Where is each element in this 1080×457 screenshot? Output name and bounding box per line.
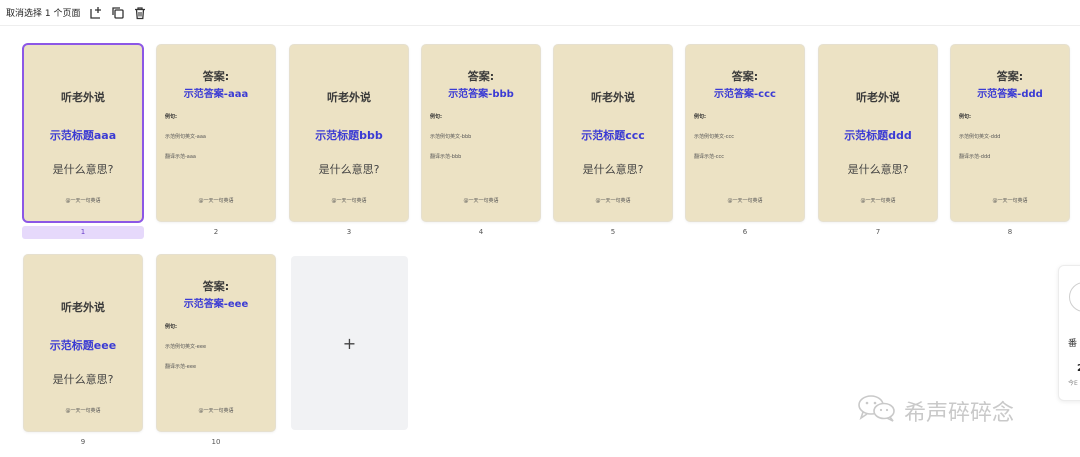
page-toolbar: 取消选择 1 个页面 (0, 0, 1080, 26)
delete-icon[interactable] (132, 5, 148, 21)
side-panel[interactable]: 番 2 今E (1058, 265, 1080, 401)
page-thumbnail[interactable]: 答案: 示范答案-bbb 例句: 示范例句英文-bbb 翻译示范-bbb @一天一句英语 (422, 45, 540, 221)
duplicate-icon[interactable] (110, 5, 126, 21)
page-thumbnail[interactable]: 听老外说示范标题bbb 是什么意思? @一天一句英语 (290, 45, 408, 221)
page-number: 4 (478, 228, 484, 236)
add-page-button[interactable]: + (291, 256, 408, 430)
example-translation: 翻译示范-ddd (959, 154, 991, 160)
example-translation: 翻译示范-aaa (165, 154, 196, 160)
page-title: 听老外说 (856, 91, 900, 104)
example-label: 例句: (430, 114, 442, 120)
page-number: 10 (211, 438, 221, 446)
page-thumbnail[interactable]: 听老外说示范标题ddd 是什么意思? @一天一句英语 (819, 45, 937, 221)
page-footer: @一天一句英语 (992, 198, 1028, 204)
answer-heading: 答案: (996, 70, 1024, 83)
watermark-text: 希声碎碎念 (904, 401, 1015, 426)
answer-text: 示范答案-ddd (977, 89, 1043, 100)
page-title: 听老外说 (61, 301, 105, 314)
answer-text: 示范答案-bbb (448, 89, 514, 100)
answer-heading: 答案: (202, 280, 230, 293)
page-number: 8 (1007, 228, 1013, 236)
question-text: 是什么意思? (52, 163, 114, 176)
example-translation: 翻译示范-eee (165, 364, 197, 370)
page-number: 1 (22, 226, 144, 239)
sample-title: 示范标题eee (49, 339, 117, 352)
page-thumbnail[interactable]: 答案: 示范答案-ccc 例句: 示范例句英文-ccc 翻译示范-ccc @一天一句英语 (686, 45, 804, 221)
sample-title: 示范标题ccc (581, 129, 645, 142)
question-text: 是什么意思? (52, 373, 114, 386)
example-english: 示范例句英文-bbb (430, 134, 472, 140)
page-thumbnail[interactable]: 听老外说示范标题ccc 是什么意思? @一天一句英语 (554, 45, 672, 221)
sample-title: 示范标题ddd (844, 129, 912, 142)
page-footer: @一天一句英语 (65, 198, 101, 204)
page-footer: @一天一句英语 (860, 198, 896, 204)
question-text: 是什么意思? (318, 163, 380, 176)
answer-text: 示范答案-ccc (714, 89, 776, 100)
example-label: 例句: (165, 114, 177, 120)
question-text: 是什么意思? (847, 163, 909, 176)
sample-title: 示范标题bbb (315, 129, 383, 142)
page-title: 听老外说 (591, 91, 635, 104)
page-number: 3 (346, 228, 352, 236)
page-title: 听老外说 (327, 91, 371, 104)
page-title: 听老外说 (61, 91, 105, 104)
page-footer: @一天一句英语 (65, 408, 101, 414)
example-translation: 翻译示范-bbb (430, 154, 462, 160)
page-thumbnail[interactable]: 答案: 示范答案-aaa 例句: 示范例句英文-aaa 翻译示范-aaa @一天一句英语 (157, 45, 275, 221)
add-page-icon[interactable] (88, 5, 104, 21)
example-label: 例句: (694, 114, 706, 120)
example-label: 例句: (165, 324, 177, 330)
plus-icon: + (342, 333, 357, 353)
page-footer: @一天一句英语 (198, 198, 234, 204)
page-footer: @一天一句英语 (727, 198, 763, 204)
question-text: 是什么意思? (582, 163, 644, 176)
page-number: 2 (213, 228, 219, 236)
page-number: 6 (742, 228, 748, 236)
page-footer: @一天一句英语 (595, 198, 631, 204)
watermark: 希声碎碎念 (856, 393, 1014, 429)
page-number: 9 (80, 438, 86, 446)
page-footer: @一天一句英语 (198, 408, 234, 414)
example-english: 示范例句英文-ccc (694, 134, 735, 140)
page-footer: @一天一句英语 (463, 198, 499, 204)
selection-label: 取消选择 1 个页面 (6, 9, 81, 19)
page-thumbnail[interactable]: 听老外说示范标题aaa 是什么意思? @一天一句英语 (24, 45, 142, 221)
page-footer: @一天一句英语 (331, 198, 367, 204)
example-english: 示范例句英文-eee (165, 344, 207, 350)
answer-text: 示范答案-eee (183, 299, 249, 310)
page-thumbnail[interactable]: 听老外说示范标题eee 是什么意思? @一天一句英语 (24, 255, 142, 431)
page-number: 7 (875, 228, 881, 236)
example-english: 示范例句英文-aaa (165, 134, 206, 140)
example-translation: 翻译示范-ccc (694, 154, 725, 160)
sample-title: 示范标题aaa (49, 129, 117, 142)
wechat-icon (856, 393, 904, 429)
answer-text: 示范答案-aaa (183, 89, 249, 100)
answer-heading: 答案: (202, 70, 230, 83)
answer-heading: 答案: (731, 70, 759, 83)
avatar[interactable] (1069, 282, 1080, 312)
answer-heading: 答案: (467, 70, 495, 83)
side-panel-sublabel: 今E (1068, 380, 1078, 387)
page-number: 5 (610, 228, 616, 236)
page-thumbnail[interactable]: 答案: 示范答案-eee 例句: 示范例句英文-eee 翻译示范-eee @一天一句英语 (157, 255, 275, 431)
example-english: 示范例句英文-ddd (959, 134, 1001, 140)
side-panel-label: 番 (1068, 339, 1078, 349)
page-thumbnail[interactable]: 答案: 示范答案-ddd 例句: 示范例句英文-ddd 翻译示范-ddd @一天一句英语 (951, 45, 1069, 221)
example-label: 例句: (959, 114, 971, 120)
